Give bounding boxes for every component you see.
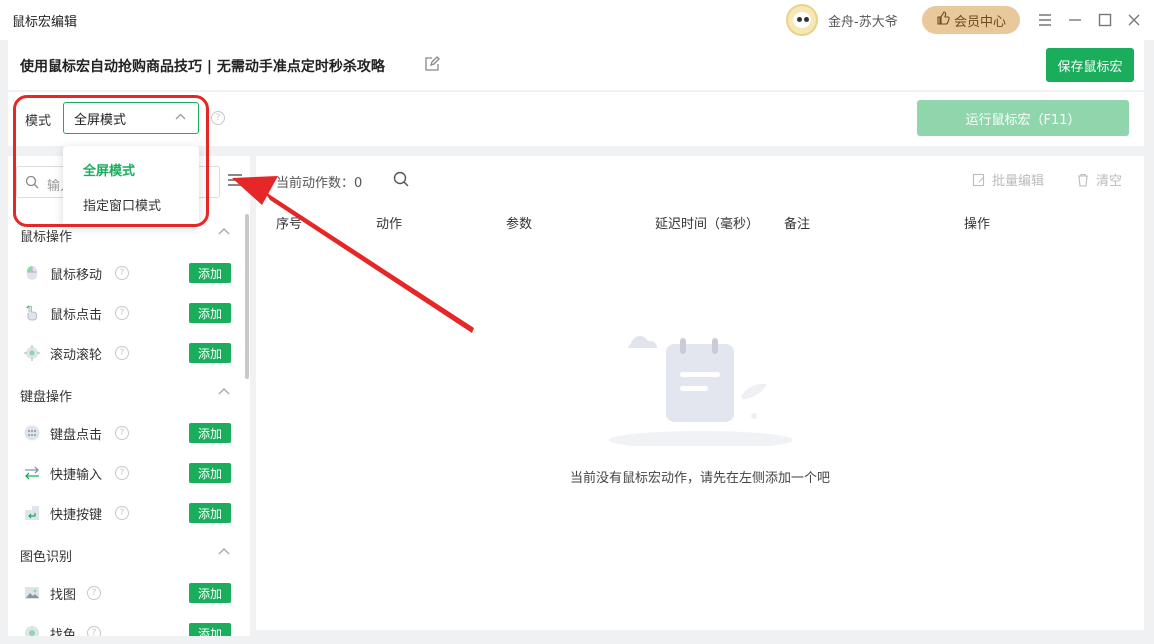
item-label: 找图 (50, 588, 77, 603)
hamburger-menu-icon[interactable] (1035, 10, 1055, 30)
quick-input-icon (24, 465, 40, 481)
help-icon[interactable]: ? (211, 111, 225, 125)
color-picker-icon (24, 625, 40, 636)
maximize-icon[interactable] (1095, 10, 1115, 30)
item-label: 鼠标移动 (50, 268, 103, 283)
list-item: 键盘点击 ? 添加 (8, 413, 250, 453)
header-card: 使用鼠标宏自动抢购商品技巧 | 无需动手准点定时秒杀攻略 保存鼠标宏 (8, 40, 1144, 90)
sidebar-scrollbar[interactable] (245, 214, 249, 379)
section-title-mouse: 鼠标操作 (20, 230, 73, 245)
action-sidebar: 输入 鼠标操作 鼠标移动 ? 添加 鼠标点击 ? 添加 滚动滚轮 ? 添加 键盘… (8, 156, 250, 636)
app-title: 鼠标宏编辑 (12, 15, 78, 30)
run-macro-button[interactable]: 运行鼠标宏（F11） (917, 100, 1129, 136)
clear-button[interactable]: 清空 (1076, 170, 1122, 189)
click-hand-icon (24, 305, 40, 321)
empty-notepad-illustration (609, 336, 793, 446)
action-list-panel: 当前动作数：0 批量编辑 清空 序号 动作 参数 延迟时间（毫秒） 备注 操作 … (256, 156, 1144, 630)
help-icon[interactable]: ? (115, 426, 129, 440)
annotation-highlight-box (13, 95, 209, 227)
chevron-up-icon[interactable] (218, 546, 230, 561)
minimize-icon[interactable] (1065, 10, 1085, 30)
list-item: 鼠标点击 ? 添加 (8, 293, 250, 333)
batch-edit-button[interactable]: 批量编辑 (972, 170, 1044, 189)
add-button[interactable]: 添加 (189, 303, 231, 323)
list-item: 找图 ? 添加 (8, 573, 250, 613)
edit-icon (972, 173, 985, 186)
avatar[interactable] (786, 4, 818, 36)
item-label: 快捷输入 (50, 468, 103, 483)
close-icon[interactable] (1124, 10, 1144, 30)
column-header-params: 参数 (506, 217, 533, 232)
keyboard-icon (24, 425, 40, 441)
item-label: 滚动滚轮 (50, 348, 103, 363)
column-header-index: 序号 (276, 217, 303, 232)
chevron-up-icon[interactable] (218, 226, 230, 241)
section-title-keyboard: 键盘操作 (20, 390, 73, 405)
list-menu-icon[interactable] (228, 174, 242, 188)
add-button[interactable]: 添加 (189, 583, 231, 603)
list-item: 快捷输入 ? 添加 (8, 453, 250, 493)
column-header-delay: 延迟时间（毫秒） (655, 217, 760, 232)
list-item: 鼠标移动 ? 添加 (8, 253, 250, 293)
item-label: 快捷按键 (50, 508, 103, 523)
list-item: 滚动滚轮 ? 添加 (8, 333, 250, 373)
list-item: 快捷按键 ? 添加 (8, 493, 250, 533)
item-label: 找色 (50, 628, 77, 636)
username[interactable]: 金舟-苏大爷 (828, 11, 898, 30)
section-title-image-color: 图色识别 (20, 550, 73, 565)
action-count: 当前动作数：0 (276, 176, 363, 191)
add-button[interactable]: 添加 (189, 503, 231, 523)
enter-key-icon (24, 505, 40, 521)
vip-center-label: 会员中心 (953, 14, 1006, 30)
add-button[interactable]: 添加 (189, 623, 231, 636)
add-button[interactable]: 添加 (189, 423, 231, 443)
help-icon[interactable]: ? (87, 586, 101, 600)
item-label: 键盘点击 (50, 428, 103, 443)
item-label: 鼠标点击 (50, 308, 103, 323)
add-button[interactable]: 添加 (189, 263, 231, 283)
help-icon[interactable]: ? (115, 266, 129, 280)
thumbs-up-icon (936, 11, 950, 29)
help-icon[interactable]: ? (87, 626, 101, 636)
edit-title-icon[interactable] (423, 55, 441, 73)
save-macro-button[interactable]: 保存鼠标宏 (1046, 48, 1134, 82)
help-icon[interactable]: ? (115, 466, 129, 480)
column-header-operation: 操作 (964, 217, 991, 232)
trash-icon (1078, 173, 1088, 187)
macro-title: 使用鼠标宏自动抢购商品技巧 | 无需动手准点定时秒杀攻略 (20, 59, 385, 75)
scroll-wheel-icon (24, 345, 40, 361)
empty-state-message: 当前没有鼠标宏动作，请先在左侧添加一个吧 (569, 471, 830, 486)
chevron-up-icon[interactable] (218, 386, 230, 401)
mouse-icon (24, 265, 40, 281)
add-button[interactable]: 添加 (189, 463, 231, 483)
help-icon[interactable]: ? (115, 506, 129, 520)
title-bar: 鼠标宏编辑 金舟-苏大爷 会员中心 (0, 0, 1154, 40)
help-icon[interactable]: ? (115, 346, 129, 360)
help-icon[interactable]: ? (115, 306, 129, 320)
vip-center-button[interactable]: 会员中心 (922, 6, 1020, 34)
search-icon[interactable] (393, 171, 409, 191)
list-item: 找色 ? 添加 (8, 613, 250, 636)
column-header-note: 备注 (784, 217, 811, 232)
add-button[interactable]: 添加 (189, 343, 231, 363)
image-icon (24, 585, 40, 601)
column-header-action: 动作 (376, 217, 403, 232)
